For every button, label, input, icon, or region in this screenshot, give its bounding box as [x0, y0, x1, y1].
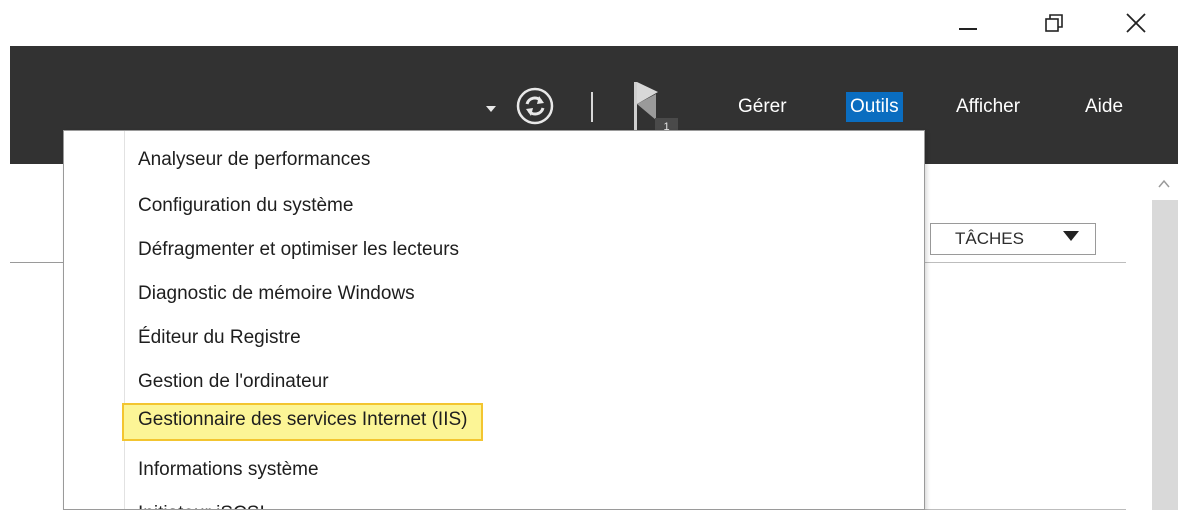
close-icon	[1126, 13, 1146, 33]
header-separator	[591, 92, 593, 122]
menu-item-registry-editor[interactable]: Éditeur du Registre	[138, 321, 301, 355]
vertical-scrollbar[interactable]	[1152, 200, 1178, 510]
restore-icon	[1045, 14, 1063, 32]
close-button[interactable]	[1108, 0, 1164, 46]
menu-item-performance-monitor[interactable]: Analyseur de performances	[138, 143, 370, 177]
navigation-dropdown-icon[interactable]	[484, 104, 498, 114]
window-caption	[0, 0, 1178, 46]
menu-item-computer-management[interactable]: Gestion de l'ordinateur	[138, 365, 329, 399]
tools-menu: Analyseur de performances Configuration …	[63, 130, 925, 510]
tasks-dropdown-icon	[1063, 231, 1079, 241]
menu-tools[interactable]: Outils	[846, 92, 903, 122]
refresh-icon[interactable]	[515, 86, 555, 126]
menu-item-iscsi-initiator[interactable]: Initiateur iSCSI	[138, 497, 265, 509]
menu-item-iis-manager[interactable]: Gestionnaire des services Internet (IIS)	[122, 403, 484, 441]
tasks-panel	[924, 262, 1126, 510]
menu-icon-gutter	[124, 131, 125, 509]
menu-item-system-information[interactable]: Informations système	[138, 453, 319, 487]
content-divider	[10, 262, 64, 263]
menu-item-memory-diagnostic[interactable]: Diagnostic de mémoire Windows	[138, 277, 415, 311]
menu-item-defragment-optimize[interactable]: Défragmenter et optimiser les lecteurs	[138, 233, 459, 267]
minimize-button[interactable]	[940, 0, 996, 46]
scroll-up-icon[interactable]	[1156, 176, 1172, 192]
menu-item-system-configuration[interactable]: Configuration du système	[138, 189, 353, 223]
menu-manage[interactable]: Gérer	[734, 92, 791, 122]
restore-button[interactable]	[1026, 0, 1082, 46]
menu-view[interactable]: Afficher	[952, 92, 1024, 122]
menu-help[interactable]: Aide	[1081, 92, 1127, 122]
minimize-icon	[959, 28, 977, 30]
